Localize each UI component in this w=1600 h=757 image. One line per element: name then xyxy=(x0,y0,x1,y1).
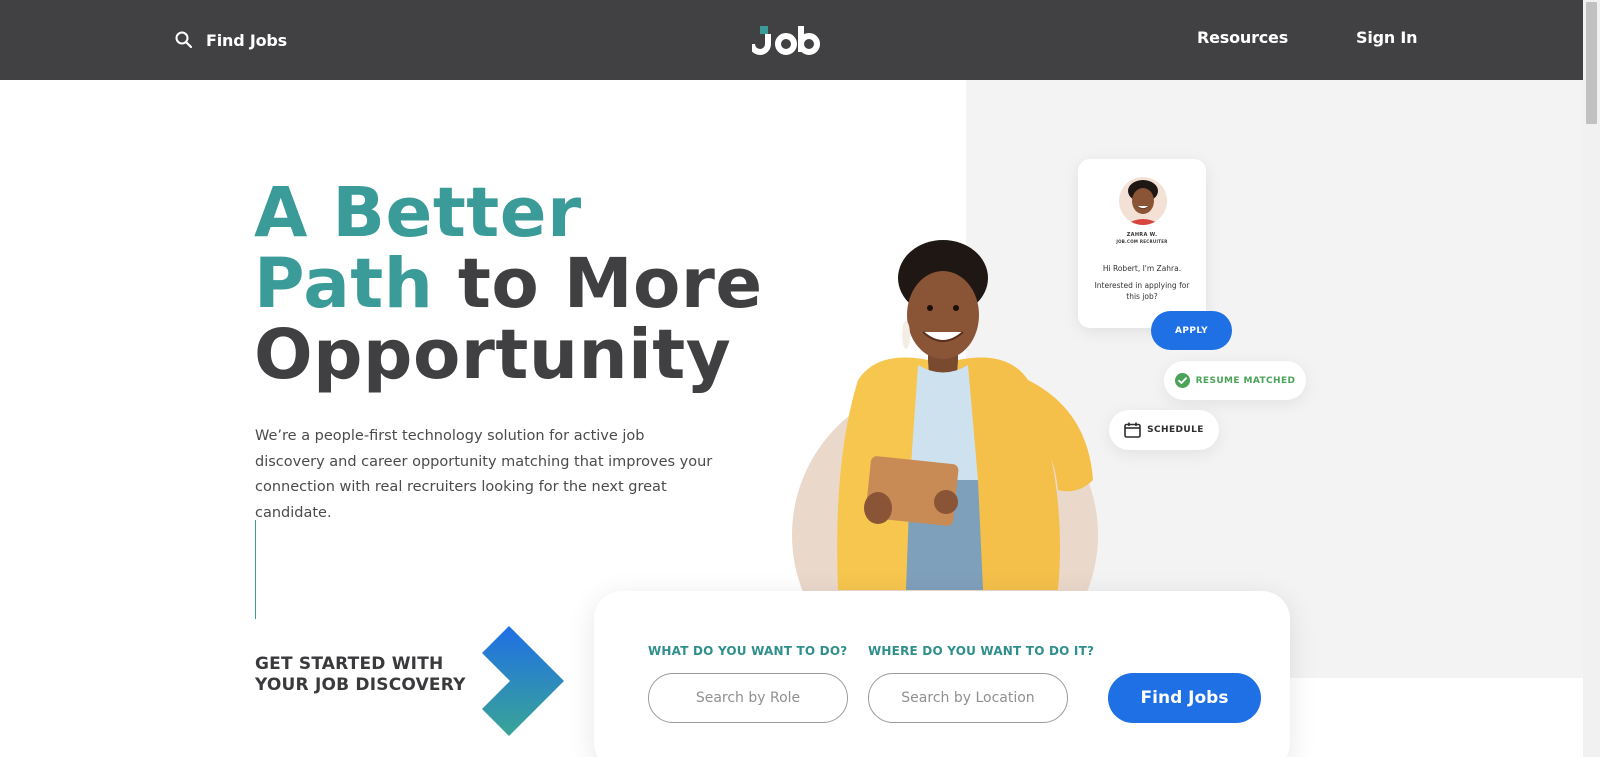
get-started-line1: GET STARTED WITH xyxy=(255,654,444,674)
apply-badge[interactable]: APPLY xyxy=(1151,311,1232,350)
resume-matched-label: RESUME MATCHED xyxy=(1195,375,1296,386)
scrollbar-thumb[interactable] xyxy=(1586,2,1597,124)
nav-find-jobs-label: Find Jobs xyxy=(206,30,287,50)
page-scrollbar[interactable] xyxy=(1583,0,1600,757)
chat-greeting: Hi Robert, I'm Zahra. xyxy=(1102,264,1182,273)
location-search-input[interactable] xyxy=(868,673,1068,723)
recruiter-chat-card: ZAHRA W. JOB.COM RECRUITER Hi Robert, I'… xyxy=(1078,159,1206,328)
recruiter-avatar xyxy=(1119,177,1167,225)
location-field-label: WHERE DO YOU WANT TO DO IT? xyxy=(868,644,1095,658)
hero-title-line2-rest: to More xyxy=(433,244,763,324)
nav-find-jobs[interactable]: Find Jobs xyxy=(174,26,287,54)
role-field-label: WHAT DO YOU WANT TO DO? xyxy=(648,644,848,658)
hero-description: We’re a people-first technology solution… xyxy=(255,428,713,521)
check-circle-icon xyxy=(1174,373,1190,388)
chat-question: Interested in applying for this job? xyxy=(1094,281,1190,301)
hero-title-line1: A Better xyxy=(254,173,582,253)
job-logo[interactable] xyxy=(752,22,822,58)
role-search-input[interactable] xyxy=(648,673,848,723)
nav-sign-in-link[interactable]: Sign In xyxy=(1356,28,1418,47)
nav-resources-link[interactable]: Resources xyxy=(1197,28,1288,47)
recruiter-photo xyxy=(837,240,1093,590)
recruiter-role: JOB.COM RECRUITER xyxy=(1116,239,1168,244)
hero-title: A Better Path to More Opportunity xyxy=(254,178,763,391)
resume-matched-badge: RESUME MATCHED xyxy=(1164,361,1306,400)
recruiter-name: ZAHRA W. xyxy=(1126,232,1158,238)
get-started-line2: YOUR JOB DISCOVERY xyxy=(255,675,466,695)
calendar-icon xyxy=(1124,422,1141,438)
search-icon xyxy=(175,31,193,49)
hero-title-accent: Path xyxy=(254,244,434,324)
schedule-label: SCHEDULE xyxy=(1147,425,1204,435)
top-navigation-bar: Find Jobs Resources Sign In xyxy=(0,0,1583,80)
decorative-divider-line xyxy=(255,520,256,619)
get-started-heading: GET STARTED WITH YOUR JOB DISCOVERY xyxy=(255,654,466,696)
chevron-arrow-icon xyxy=(482,626,564,736)
schedule-badge: SCHEDULE xyxy=(1109,410,1219,450)
hero-title-line3: Opportunity xyxy=(254,315,732,395)
job-search-card: WHAT DO YOU WANT TO DO? WHERE DO YOU WAN… xyxy=(594,591,1290,757)
find-jobs-button[interactable]: Find Jobs xyxy=(1108,673,1261,723)
